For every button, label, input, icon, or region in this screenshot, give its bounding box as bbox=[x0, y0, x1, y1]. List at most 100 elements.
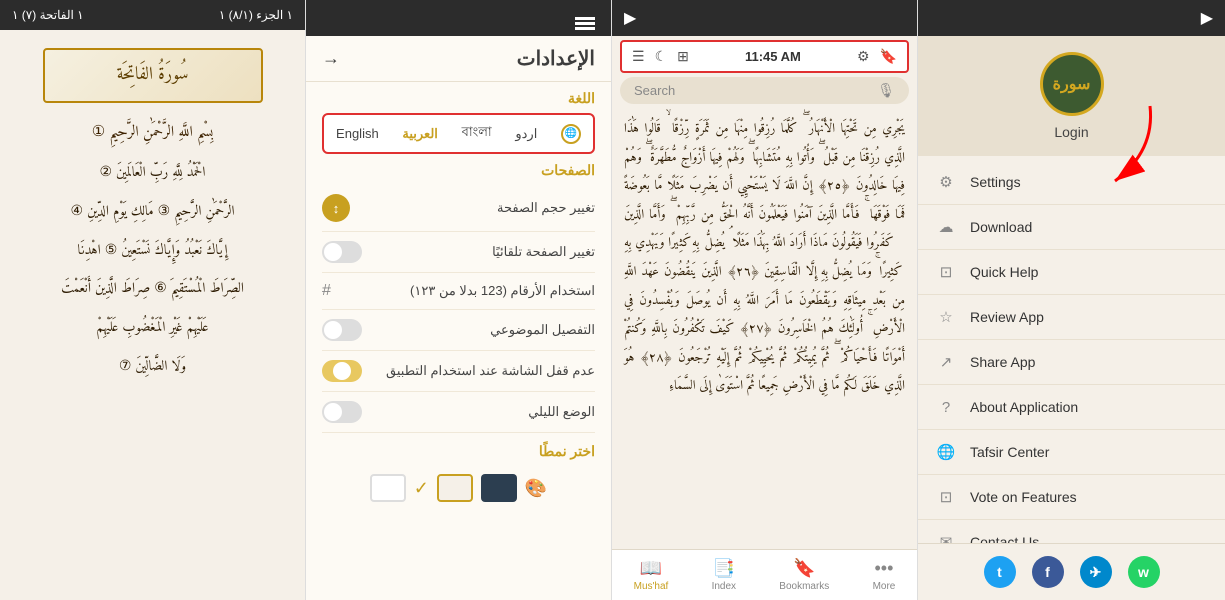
share-app-menu-label: Share App bbox=[970, 354, 1035, 370]
menu-item-review-app[interactable]: ☆ Review App bbox=[918, 295, 1225, 340]
review-app-menu-icon: ☆ bbox=[934, 305, 958, 329]
vote-on-features-menu-label: Vote on Features bbox=[970, 489, 1077, 505]
juz-info: ١ الجزء (٨/١) ١ bbox=[219, 8, 293, 22]
play-icon[interactable]: ▶ bbox=[624, 8, 636, 28]
menu-item-quick-help[interactable]: ⊡ Quick Help bbox=[918, 250, 1225, 295]
back-arrow-icon[interactable]: → bbox=[322, 48, 340, 69]
menu-item-tafsir-center[interactable]: 🌐 Tafsir Center bbox=[918, 430, 1225, 475]
theme-warm[interactable] bbox=[437, 474, 473, 502]
quick-help-menu-label: Quick Help bbox=[970, 264, 1038, 280]
thematic-label: التفصيل الموضوعي bbox=[490, 322, 595, 338]
theme-white[interactable] bbox=[370, 474, 406, 502]
quick-help-menu-icon: ⊡ bbox=[934, 260, 958, 284]
surah-title-banner: سُورَةُ الفَاتِحَة bbox=[43, 48, 263, 103]
vote-on-features-menu-icon: ⊡ bbox=[934, 485, 958, 509]
bookmark-icon[interactable]: 🔖 bbox=[880, 48, 897, 65]
theme-picker: 🎨 ✓ bbox=[322, 466, 595, 510]
index-label: Index bbox=[712, 581, 736, 592]
footer-tab-index[interactable]: 📑 Index bbox=[712, 558, 736, 592]
bismillah-text: بِسْمِ اللَّهِ الرَّحْمَٰنِ الرَّحِيمِ ① bbox=[92, 119, 214, 146]
search-placeholder: Search bbox=[634, 83, 675, 98]
numbers-label: استخدام الأرقام (123 بدلا من ١٢٣) bbox=[410, 283, 595, 299]
menu-item-settings[interactable]: ⚙ Settings bbox=[918, 160, 1225, 205]
screen-lock-row: عدم قفل الشاشة عند استخدام التطبيق bbox=[322, 351, 595, 392]
lang-bangla[interactable]: বাংলা bbox=[462, 123, 492, 144]
thematic-toggle[interactable] bbox=[322, 319, 362, 341]
contact-us-menu-icon: ✉ bbox=[934, 530, 958, 543]
menu-item-vote-on-features[interactable]: ⊡ Vote on Features bbox=[918, 475, 1225, 520]
menu-item-contact-us[interactable]: ✉ Contact Us bbox=[918, 520, 1225, 543]
page-size-label: تغيير حجم الصفحة bbox=[497, 200, 595, 216]
night-mode-toggle[interactable] bbox=[322, 401, 362, 423]
settings-menu-icon: ⚙ bbox=[934, 170, 958, 194]
panel1-header: ١ الجزء (٨/١) ١ ١ الفاتحة (٧) ١ bbox=[0, 0, 305, 30]
globe-icon: 🌐 bbox=[561, 124, 581, 144]
moon-icon[interactable]: ☾ bbox=[655, 48, 668, 65]
whatsapp-icon[interactable]: w bbox=[1128, 556, 1160, 588]
more-label: More bbox=[873, 581, 896, 592]
search-bar[interactable]: Search 🎙 bbox=[620, 77, 909, 104]
hash-icon: # bbox=[322, 282, 331, 300]
lang-english[interactable]: English bbox=[336, 126, 379, 141]
facebook-icon[interactable]: f bbox=[1032, 556, 1064, 588]
surah-info: ١ الفاتحة (٧) ١ bbox=[12, 8, 84, 22]
menu-item-about-application[interactable]: ? About Application bbox=[918, 385, 1225, 430]
language-section-label: اللغة bbox=[322, 90, 595, 107]
menu-item-download[interactable]: ☁ Download bbox=[918, 205, 1225, 250]
ayah-3-4: الرَّحْمَٰنِ الرَّحِيمِ ③ مَالِكِ يَوْمِ… bbox=[70, 193, 234, 232]
tafsir-center-menu-icon: 🌐 bbox=[934, 440, 958, 464]
menu-item-share-app[interactable]: ↗ Share App bbox=[918, 340, 1225, 385]
theme-dark[interactable] bbox=[481, 474, 517, 502]
screen-lock-toggle[interactable] bbox=[322, 360, 362, 382]
night-mode-row: الوضع الليلي bbox=[322, 392, 595, 433]
book-icon[interactable]: ⊞ bbox=[677, 48, 689, 65]
lang-urdu[interactable]: اردو bbox=[515, 126, 537, 142]
page-size-row: تغيير حجم الصفحة ↕ bbox=[322, 185, 595, 232]
theme-label: اختر نمطًا bbox=[322, 443, 595, 460]
mushaf-icon: 📖 bbox=[640, 558, 662, 579]
language-section: اللغة 🌐 اردو বাংলা العربية English bbox=[306, 82, 611, 158]
footer-tab-more[interactable]: ••• More bbox=[873, 558, 896, 592]
auto-page-label: تغيير الصفحة تلقائيًا bbox=[492, 244, 595, 260]
settings-icon[interactable]: ⚙ bbox=[857, 48, 870, 65]
contact-us-menu-label: Contact Us bbox=[970, 534, 1039, 543]
ayah-6: الصِّرَاطَ الْمُسْتَقِيمَ ⑥ صِرَاطَ الَّ… bbox=[61, 270, 244, 309]
mic-icon[interactable]: 🎙 bbox=[877, 82, 895, 99]
more-icon: ••• bbox=[875, 558, 894, 579]
twitter-icon[interactable]: t bbox=[984, 556, 1016, 588]
index-icon: 📑 bbox=[713, 558, 735, 579]
toolbar-icons: ☰ ☾ ⊞ bbox=[632, 48, 689, 65]
numbers-row: استخدام الأرقام (123 بدلا من ١٢٣) # bbox=[322, 273, 595, 310]
app-logo: سورة bbox=[1040, 52, 1104, 116]
palette-icon: 🎨 bbox=[525, 478, 547, 499]
panel3-header: ▶ bbox=[612, 0, 917, 36]
about-application-menu-icon: ? bbox=[934, 395, 958, 419]
surah-title-text: سُورَةُ الفَاتِحَة bbox=[117, 60, 189, 91]
panel2-header bbox=[306, 0, 611, 36]
tafsir-center-menu-label: Tafsir Center bbox=[970, 444, 1049, 460]
language-selector[interactable]: 🌐 اردو বাংলা العربية English bbox=[322, 113, 595, 154]
ayah-5: إِيَّاكَ نَعْبُدُ وَإِيَّاكَ نَسْتَعِينُ… bbox=[77, 232, 227, 271]
share-app-menu-icon: ↗ bbox=[934, 350, 958, 374]
mushaf-label: Mus'haf bbox=[634, 581, 669, 592]
auto-page-toggle[interactable] bbox=[322, 241, 362, 263]
lang-arabic[interactable]: العربية bbox=[402, 126, 438, 142]
menu-icon[interactable]: ☰ bbox=[632, 48, 645, 65]
pages-section: الصفحات تغيير حجم الصفحة ↕ تغيير الصفحة … bbox=[306, 158, 611, 437]
ayah-2: الْحَمْدُ لِلَّهِ رَبِّ الْعَالَمِينَ ② bbox=[100, 154, 206, 193]
quran-reader-panel: ▶ ☰ ☾ ⊞ 11:45 AM ⚙ 🔖 Search 🎙 يَجْرِي مِ… bbox=[612, 0, 918, 600]
review-app-menu-label: Review App bbox=[970, 309, 1044, 325]
telegram-icon[interactable]: ✈ bbox=[1080, 556, 1112, 588]
bookmarks-icon: 🔖 bbox=[793, 558, 815, 579]
time-display: 11:45 AM bbox=[745, 49, 801, 64]
login-button[interactable]: Login bbox=[1054, 124, 1088, 140]
footer-tab-bookmarks[interactable]: 🔖 Bookmarks bbox=[779, 558, 829, 592]
logo-text: سورة bbox=[1053, 74, 1091, 94]
bookmarks-label: Bookmarks bbox=[779, 581, 829, 592]
footer-tab-mushaf[interactable]: 📖 Mus'haf bbox=[634, 558, 669, 592]
ayah-end1: عَلَيْهِمْ غَيْرِ الْمَغْضُوبِ عَلَيْهِم… bbox=[96, 309, 208, 348]
pages-section-label: الصفحات bbox=[322, 162, 595, 179]
page-size-icon[interactable]: ↕ bbox=[322, 194, 350, 222]
panel4-play-icon[interactable]: ▶ bbox=[1201, 8, 1213, 28]
settings-panel: الإعدادات → اللغة 🌐 اردو বাংলা العربية E… bbox=[306, 0, 612, 600]
